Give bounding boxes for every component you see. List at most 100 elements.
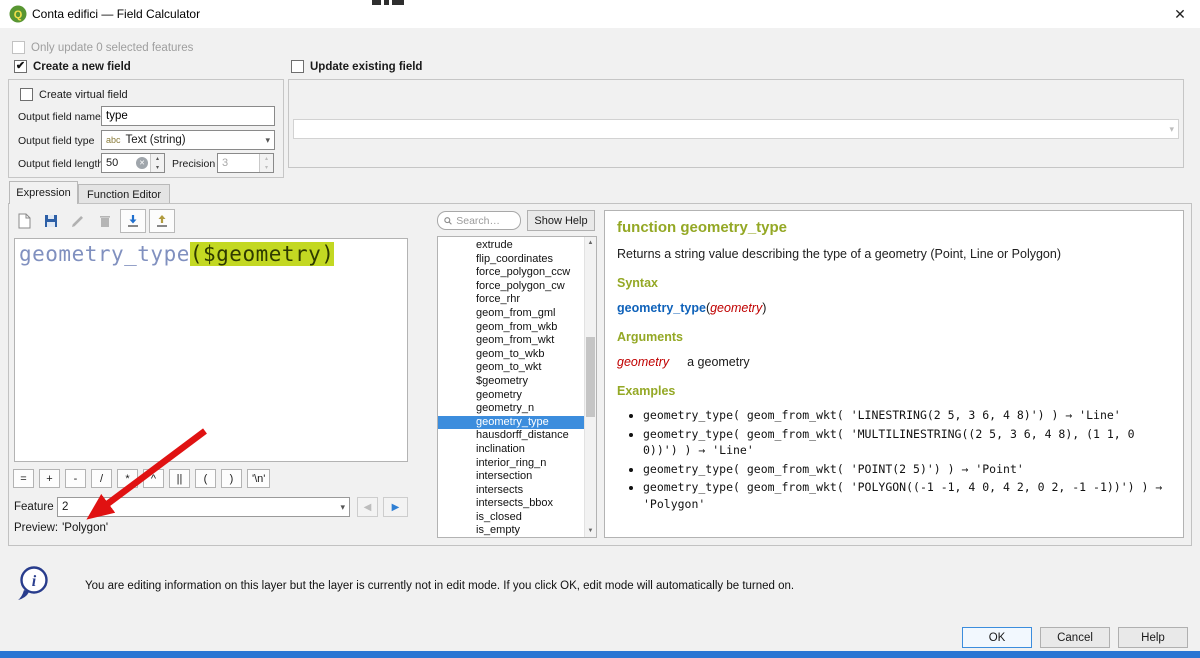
trash-icon [97,213,113,229]
close-icon[interactable]: ✕ [1168,4,1192,24]
create-new-field-row[interactable]: Create a new field [14,60,131,73]
save-expression-button[interactable] [39,209,63,233]
new-expression-button[interactable] [12,209,36,233]
tab-expression[interactable]: Expression [9,181,78,204]
spin-up-icon[interactable]: ▴ [151,154,164,163]
function-list-item[interactable]: force_polygon_ccw [438,266,584,280]
feature-value: 2 [62,501,68,513]
create-virtual-field-row[interactable]: Create virtual field [20,88,128,101]
examples-list: geometry_type( geom_from_wkt( 'LINESTRIN… [617,407,1171,512]
operator-button[interactable]: * [117,469,138,488]
chevron-down-icon: ▾ [1169,124,1174,135]
function-list-item[interactable]: geom_from_wkt [438,334,584,348]
chevron-down-icon: ▾ [340,502,345,513]
output-field-length-spinner[interactable]: 50 ✕ ▴ ▾ [101,153,165,173]
pencil-icon [70,213,86,229]
previous-feature-button: ◀ [357,497,378,517]
argument-description: a geometry [687,355,750,369]
edit-expression-button [66,209,90,233]
scroll-thumb[interactable] [586,337,595,417]
create-new-field-label: Create a new field [33,61,131,73]
function-list-item[interactable]: flip_coordinates [438,253,584,267]
feature-select[interactable]: 2 ▾ [57,497,350,517]
import-expressions-button[interactable] [120,209,146,233]
operator-button[interactable]: / [91,469,112,488]
help-description: Returns a string value describing the ty… [617,247,1171,261]
clear-icon[interactable]: ✕ [136,157,148,169]
qgis-logo-icon: Q [9,5,27,23]
cancel-button[interactable]: Cancel [1040,627,1110,648]
only-update-checkbox [12,41,25,54]
operator-button[interactable]: + [39,469,60,488]
examples-heading: Examples [617,384,1171,398]
ok-button[interactable]: OK [962,627,1032,648]
only-update-label: Only update 0 selected features [31,42,193,54]
expression-editor[interactable]: geometry_type($geometry) [14,238,408,462]
function-list-item[interactable]: intersection [438,470,584,484]
scroll-down-icon[interactable]: ▼ [585,525,596,537]
function-list-item[interactable]: force_polygon_cw [438,280,584,294]
function-list-item[interactable]: geom_to_wkt [438,361,584,375]
function-list-item[interactable]: geometry_n [438,402,584,416]
taskbar-strip [0,651,1200,658]
function-list-item[interactable]: hausdorff_distance [438,429,584,443]
function-list-item[interactable]: is_empty [438,524,584,537]
info-icon: i [15,565,51,603]
function-list-item[interactable]: force_rhr [438,293,584,307]
function-list-item[interactable]: $geometry [438,375,584,389]
update-existing-field-label: Update existing field [310,61,422,73]
function-list-item[interactable]: geometry [438,389,584,403]
operator-button[interactable]: '\n' [247,469,270,488]
function-list-item[interactable]: geometry_type [438,416,584,430]
tab-function-editor[interactable]: Function Editor [78,184,170,204]
function-list-item[interactable]: extrude [438,239,584,253]
function-list-item[interactable]: inclination [438,443,584,457]
export-expressions-button[interactable] [149,209,175,233]
update-existing-field-checkbox[interactable] [291,60,304,73]
example-item: geometry_type( geom_from_wkt( 'MULTILINE… [643,426,1171,459]
create-virtual-field-checkbox[interactable] [20,88,33,101]
preview-label: Preview: [14,522,58,534]
window-title: Conta edifici — Field Calculator [32,7,200,21]
scroll-up-icon[interactable]: ▲ [585,237,596,249]
preview-value: 'Polygon' [62,522,108,534]
arguments-heading: Arguments [617,330,1171,344]
output-field-name-input[interactable] [101,106,275,126]
syntax-argument: geometry [710,301,762,315]
expression-highlighted-text: ($geometry) [190,242,335,266]
title-bar: Q Conta edifici — Field Calculator ✕ [0,0,1200,28]
help-button[interactable]: Help [1118,627,1188,648]
import-arrow-icon [125,213,141,229]
operator-button[interactable]: ) [221,469,242,488]
scrollbar[interactable]: ▲ ▼ [584,237,596,537]
syntax-paren: ) [762,301,766,315]
example-item: geometry_type( geom_from_wkt( 'POLYGON((… [643,479,1171,512]
svg-text:i: i [32,573,37,590]
create-new-field-checkbox[interactable] [14,60,27,73]
operator-button[interactable]: = [13,469,34,488]
output-field-type-value: Text (string) [126,134,186,146]
search-input[interactable] [456,215,514,227]
svg-text:Q: Q [14,9,23,21]
function-list-item[interactable]: geom_to_wkb [438,348,584,362]
next-feature-button[interactable]: ▶ [383,497,408,517]
operator-button[interactable]: ^ [143,469,164,488]
spinner-arrows[interactable]: ▴ ▾ [150,154,164,172]
next-arrow-icon: ▶ [392,502,400,513]
operator-button[interactable]: ( [195,469,216,488]
update-existing-field-row[interactable]: Update existing field [291,60,422,73]
function-list-item[interactable]: is_closed [438,511,584,525]
function-list-item[interactable]: intersects_bbox [438,497,584,511]
function-list-item[interactable]: geom_from_gml [438,307,584,321]
output-field-type-select[interactable]: abc Text (string) ▾ [101,130,275,150]
function-list-item[interactable]: geom_from_wkb [438,321,584,335]
show-help-button[interactable]: Show Help [527,210,595,231]
spin-down-icon[interactable]: ▾ [151,163,164,172]
operator-buttons: = +-/ * ^ || () '\n' [13,469,270,488]
function-list-item[interactable]: interior_ring_n [438,457,584,471]
operator-button[interactable]: || [169,469,190,488]
export-arrow-icon [154,213,170,229]
operator-button[interactable]: - [65,469,86,488]
search-box[interactable] [437,211,521,230]
function-list-item[interactable]: intersects [438,484,584,498]
